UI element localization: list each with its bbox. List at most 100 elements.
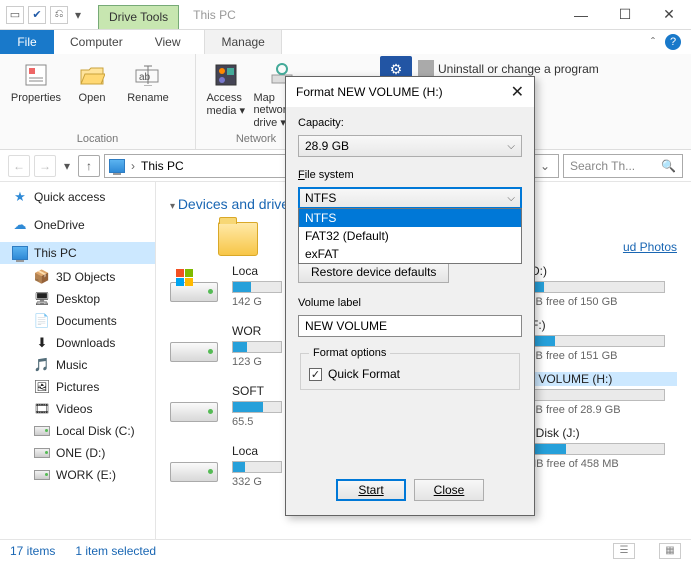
sidebar-item-pictures[interactable]: 🖼 Pictures bbox=[0, 376, 155, 398]
drive-icon bbox=[34, 423, 50, 439]
nav-history-icon[interactable]: ⌄ bbox=[531, 154, 559, 178]
filesystem-option-fat32[interactable]: FAT32 (Default) bbox=[299, 227, 521, 245]
nav-recent-icon[interactable]: ▾ bbox=[60, 155, 74, 177]
drive-item[interactable]: il Disk (J:)MB free of 458 MB bbox=[527, 426, 677, 470]
sidebar-item-documents[interactable]: 📄Documents bbox=[0, 310, 155, 332]
sidebar-item-videos[interactable]: 🎞Videos bbox=[0, 398, 155, 420]
vid-icon: 🎞 bbox=[34, 401, 50, 417]
ribbon-open-button[interactable]: Open bbox=[70, 58, 114, 104]
drive-name: V VOLUME (H:) bbox=[527, 372, 677, 386]
rename-icon: ab bbox=[133, 60, 163, 90]
status-selected: 1 item selected bbox=[75, 544, 156, 558]
dialog-title: Format NEW VOLUME (H:) bbox=[296, 85, 443, 99]
filesystem-option-exfat[interactable]: exFAT bbox=[299, 245, 521, 263]
capacity-value: 28.9 GB bbox=[305, 139, 349, 153]
drive-name: (D:) bbox=[527, 264, 677, 278]
dl-icon: ⬇ bbox=[34, 335, 50, 351]
desk-icon: 🖥 bbox=[34, 291, 50, 307]
view-tiles-icon[interactable]: ▦ bbox=[659, 543, 681, 559]
tab-computer[interactable]: Computer bbox=[54, 30, 139, 54]
collapse-ribbon-icon[interactable]: ˆ bbox=[651, 35, 655, 49]
drive-icon bbox=[34, 445, 50, 461]
drive-usage-bar bbox=[527, 281, 665, 293]
drive-icon bbox=[170, 448, 218, 482]
capacity-label: Capacity: bbox=[298, 117, 522, 129]
status-item-count: 17 items bbox=[10, 544, 55, 558]
sidebar-item-one-d-[interactable]: ONE (D:) bbox=[0, 442, 155, 464]
minimize-button[interactable]: — bbox=[559, 0, 603, 29]
breadcrumb-sep: › bbox=[131, 159, 135, 173]
drive-usage-bar bbox=[232, 281, 282, 293]
ribbon-properties-button[interactable]: Properties bbox=[6, 58, 66, 104]
dialog-close-icon[interactable]: ✕ bbox=[511, 82, 524, 102]
view-details-icon[interactable]: ☰ bbox=[613, 543, 635, 559]
close-button[interactable]: ✕ bbox=[647, 0, 691, 29]
sidebar-item-3d-objects[interactable]: 📦3D Objects bbox=[0, 266, 155, 288]
drive-usage-bar bbox=[232, 341, 282, 353]
music-icon: 🎵 bbox=[34, 357, 50, 373]
sidebar-item-local-disk-c-[interactable]: Local Disk (C:) bbox=[0, 420, 155, 442]
search-input[interactable]: Search Th... 🔍 bbox=[563, 154, 683, 178]
quick-format-checkbox[interactable]: ✓ Quick Format bbox=[309, 367, 511, 381]
maximize-button[interactable]: ☐ bbox=[603, 0, 647, 29]
format-options-legend: Format options bbox=[309, 347, 390, 359]
sidebar-item-label: Music bbox=[56, 358, 87, 372]
ribbon-rename-button[interactable]: ab Rename bbox=[118, 58, 178, 104]
quick-format-label: Quick Format bbox=[328, 367, 400, 381]
qat-undo-icon[interactable]: ⎌ bbox=[50, 6, 68, 24]
pic-icon: 🖼 bbox=[34, 379, 50, 395]
pc-icon bbox=[109, 159, 125, 173]
cloud-icon: ☁ bbox=[12, 217, 28, 233]
help-icon[interactable]: ? bbox=[665, 34, 681, 50]
format-dialog: Format NEW VOLUME (H:) ✕ Capacity: 28.9 … bbox=[285, 76, 535, 516]
chevron-down-icon: ⌵ bbox=[507, 193, 515, 204]
sidebar-item-this-pc[interactable]: This PC bbox=[0, 242, 155, 264]
drive-icon bbox=[170, 388, 218, 422]
ribbon-access-media-label: Accessmedia ▾ bbox=[206, 92, 245, 117]
drive-item[interactable]: (F:)GB free of 151 GB bbox=[527, 318, 677, 362]
tab-view[interactable]: View bbox=[139, 30, 197, 54]
sidebar-item-quick-access[interactable]: ★Quick access bbox=[0, 186, 155, 208]
ribbon-rename-label: Rename bbox=[127, 92, 169, 104]
filesystem-combo[interactable]: NTFS ⌵ NTFS FAT32 (Default) exFAT bbox=[298, 187, 522, 209]
restore-defaults-button[interactable]: Restore device defaults bbox=[298, 261, 449, 283]
doc-icon: 📄 bbox=[34, 313, 50, 329]
status-bar: 17 items 1 item selected ☰ ▦ bbox=[0, 539, 691, 561]
sidebar-item-music[interactable]: 🎵 Music bbox=[0, 354, 155, 376]
start-button[interactable]: Start bbox=[336, 479, 406, 501]
breadcrumb-this-pc[interactable]: This PC bbox=[141, 159, 184, 173]
sidebar-item-onedrive[interactable]: ☁OneDrive bbox=[0, 214, 155, 236]
nav-back-button[interactable]: ← bbox=[8, 155, 30, 177]
search-placeholder: Search Th... bbox=[570, 159, 635, 173]
sidebar-item-label: Pictures bbox=[56, 380, 99, 394]
check-icon: ✓ bbox=[309, 368, 322, 381]
drive-item[interactable]: V VOLUME (H:)GB free of 28.9 GB bbox=[527, 372, 677, 416]
pc-icon bbox=[12, 245, 28, 261]
nav-up-button[interactable]: ↑ bbox=[78, 155, 100, 177]
qat-properties-icon[interactable]: ▭ bbox=[6, 6, 24, 24]
filesystem-option-ntfs[interactable]: NTFS bbox=[299, 209, 521, 227]
ribbon-access-media-button[interactable]: Accessmedia ▾ bbox=[202, 58, 249, 117]
drive-usage-bar bbox=[527, 443, 665, 455]
sidebar-item-desktop[interactable]: 🖥Desktop bbox=[0, 288, 155, 310]
close-button[interactable]: Close bbox=[414, 479, 484, 501]
drive-item[interactable]: (D:)GB free of 150 GB bbox=[527, 264, 677, 308]
ribbon-tabs: File Computer View Manage ˆ ? bbox=[0, 30, 691, 54]
volume-label-input[interactable]: NEW VOLUME bbox=[298, 315, 522, 337]
drive-tools-label: Drive Tools bbox=[98, 5, 179, 29]
tab-manage[interactable]: Manage bbox=[204, 30, 281, 54]
sidebar-item-downloads[interactable]: ⬇Downloads bbox=[0, 332, 155, 354]
media-icon bbox=[211, 60, 241, 90]
capacity-combo[interactable]: 28.9 GB ⌵ bbox=[298, 135, 522, 157]
properties-icon bbox=[21, 60, 51, 90]
drive-usage-bar bbox=[527, 335, 665, 347]
cloud-photos-link[interactable]: ud Photos bbox=[527, 240, 677, 254]
tab-file[interactable]: File bbox=[0, 30, 54, 54]
qat-customize-icon[interactable]: ▾ bbox=[72, 8, 84, 22]
folder-icon[interactable] bbox=[218, 222, 258, 256]
nav-forward-button[interactable]: → bbox=[34, 155, 56, 177]
qat-checkbox-icon[interactable]: ✔ bbox=[28, 6, 46, 24]
sidebar-item-work-e-[interactable]: WORK (E:) bbox=[0, 464, 155, 486]
filesystem-label: File system bbox=[298, 169, 522, 181]
window-title: This PC bbox=[179, 0, 559, 29]
